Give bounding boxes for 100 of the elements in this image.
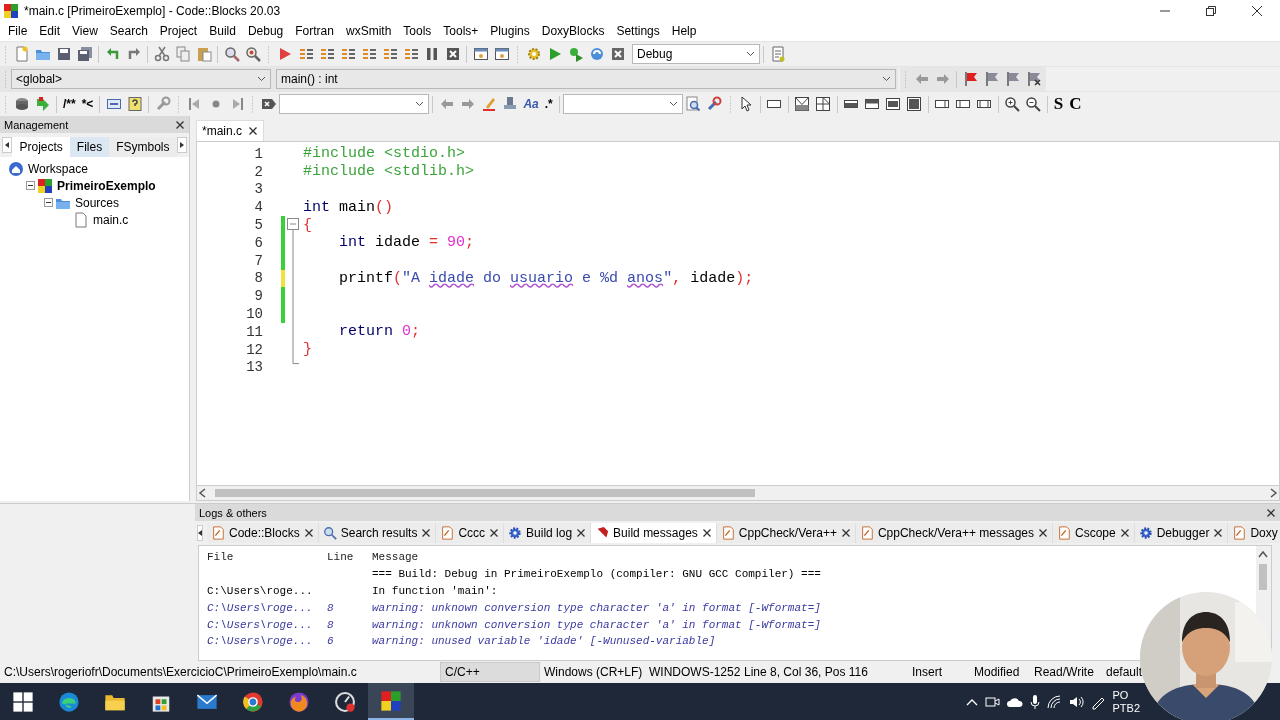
menu-item[interactable]: Tools — [397, 23, 438, 40]
wifi-icon[interactable] — [1046, 693, 1063, 710]
log-tab[interactable]: CppCheck/Vera++ messages — [855, 523, 1053, 543]
log-tab[interactable]: CppCheck/Vera++ — [716, 523, 856, 543]
step-icon[interactable] — [402, 46, 419, 62]
close-icon[interactable] — [576, 528, 587, 538]
flag-remove-icon[interactable] — [1025, 71, 1042, 87]
abort-icon[interactable] — [609, 46, 626, 62]
step-icon[interactable] — [318, 46, 335, 62]
editor-tab[interactable]: *main.c — [196, 120, 264, 141]
panel-tab[interactable]: Projects — [12, 137, 70, 157]
scroll-left-button[interactable] — [2, 137, 13, 153]
menu-item[interactable]: Build — [203, 23, 242, 40]
tree-item[interactable]: PrimeiroExemplo — [57, 178, 156, 193]
style-button[interactable]: C — [1066, 96, 1085, 112]
language-indicator[interactable]: PO — [1112, 688, 1140, 702]
flag-icon[interactable] — [962, 71, 979, 87]
log-tab[interactable]: Cscope — [1053, 523, 1135, 543]
scroll-left-button[interactable] — [197, 525, 203, 541]
panel-icon[interactable] — [864, 96, 881, 112]
chevron-icon[interactable] — [966, 697, 979, 706]
find-document-icon[interactable] — [685, 96, 702, 112]
close-icon[interactable] — [303, 528, 314, 538]
close-icon[interactable] — [1213, 528, 1224, 538]
close-icon[interactable] — [1038, 528, 1048, 538]
window-icon[interactable] — [472, 46, 489, 62]
block-icon[interactable] — [105, 96, 122, 112]
log-tab[interactable]: Build log — [504, 523, 592, 543]
menu-item[interactable]: Settings — [610, 23, 666, 40]
stamp-icon[interactable] — [501, 96, 518, 112]
taskbar-button[interactable] — [368, 683, 414, 720]
cloud-icon[interactable] — [1006, 695, 1025, 708]
window-icon[interactable] — [493, 46, 510, 62]
menu-item[interactable]: Tools+ — [437, 23, 485, 40]
menu-item[interactable]: Search — [103, 23, 154, 40]
search-icon[interactable] — [223, 46, 240, 62]
save-all-icon[interactable] — [76, 46, 93, 62]
scope-dropdown[interactable]: <global> — [11, 69, 271, 89]
function-dropdown[interactable]: main() : int — [276, 69, 896, 89]
log-tab[interactable]: Doxy — [1228, 523, 1280, 543]
log-tab[interactable]: Build messages — [591, 523, 717, 543]
flag-icon[interactable] — [983, 71, 1000, 87]
panel-icon[interactable] — [906, 96, 923, 112]
comment-button[interactable]: *< — [78, 96, 97, 112]
collapse-icon[interactable] — [44, 198, 53, 207]
log-tab[interactable]: Cccc — [436, 523, 505, 543]
rebuild-icon[interactable] — [588, 46, 605, 62]
comment-button[interactable]: /** — [60, 96, 79, 112]
log-tab[interactable]: Code::Blocks — [207, 523, 319, 543]
cut-icon[interactable] — [153, 46, 170, 62]
step-icon[interactable] — [297, 46, 314, 62]
menu-item[interactable]: Debug — [241, 23, 290, 40]
tag-clear-icon[interactable] — [260, 96, 277, 112]
language-indicator[interactable]: PTB2 — [1112, 701, 1140, 715]
build-target-dropdown[interactable]: Debug — [632, 44, 760, 64]
step-icon[interactable] — [381, 46, 398, 62]
column-header[interactable]: File — [207, 551, 327, 564]
step-icon[interactable] — [360, 46, 377, 62]
menu-item[interactable]: View — [66, 23, 104, 40]
paste-icon[interactable] — [195, 46, 212, 62]
column-header[interactable]: Message — [372, 551, 1256, 564]
menu-item[interactable]: Project — [153, 23, 204, 40]
build-gear-icon[interactable] — [525, 46, 542, 62]
collapse-icon[interactable] — [26, 181, 35, 190]
panel-tab[interactable]: FSymbols — [109, 137, 177, 157]
menu-item[interactable]: Fortran — [289, 23, 340, 40]
scroll-right-button[interactable] — [176, 137, 187, 153]
close-icon[interactable] — [421, 528, 432, 538]
log-tab[interactable]: Debugger — [1134, 523, 1229, 543]
menu-item[interactable]: Plugins — [484, 23, 536, 40]
code-editor[interactable]: 1 #include <stdio.h> 2 #include <stdlib.h> 3 4 int main() 5 { 6 int idade = 90; 7 8 printf("A idade do usuario e %d anos", idade); 9 10 11 return 0; 12 } 13 — [196, 141, 1280, 486]
stack-icon[interactable] — [13, 96, 30, 112]
tree-item[interactable]: Sources — [75, 195, 120, 210]
frame-icon[interactable] — [815, 96, 832, 112]
match-case-button[interactable]: Aa — [520, 96, 542, 112]
microphone-icon[interactable] — [1030, 693, 1041, 710]
menu-item[interactable]: DoxyBlocks — [535, 23, 611, 40]
log-tab[interactable]: Search results — [318, 523, 437, 543]
regex-button[interactable]: .* — [541, 96, 556, 112]
scrollbar-thumb[interactable] — [215, 489, 755, 497]
close-icon[interactable] — [175, 119, 185, 130]
close-icon[interactable] — [248, 126, 258, 136]
menu-item[interactable]: File — [2, 23, 34, 40]
save-icon[interactable] — [55, 46, 72, 62]
zoom-out-icon[interactable] — [1025, 96, 1042, 112]
column-header[interactable]: Line — [327, 551, 372, 564]
tree-item[interactable]: Workspace — [28, 161, 88, 176]
panel-icon[interactable] — [885, 96, 902, 112]
help-icon[interactable] — [126, 96, 143, 112]
close-icon[interactable] — [840, 528, 851, 538]
build-run-icon[interactable] — [567, 46, 584, 62]
close-icon[interactable] — [489, 528, 500, 538]
menu-item[interactable]: Help — [665, 23, 703, 40]
menu-item[interactable]: Edit — [33, 23, 67, 40]
frame-icon[interactable] — [794, 96, 811, 112]
tree-item[interactable]: main.c — [93, 212, 129, 227]
highlight-icon[interactable] — [480, 96, 497, 112]
stop-icon[interactable] — [444, 46, 461, 62]
wrench-icon[interactable] — [706, 96, 723, 112]
scrollbar-thumb[interactable] — [1259, 564, 1267, 590]
